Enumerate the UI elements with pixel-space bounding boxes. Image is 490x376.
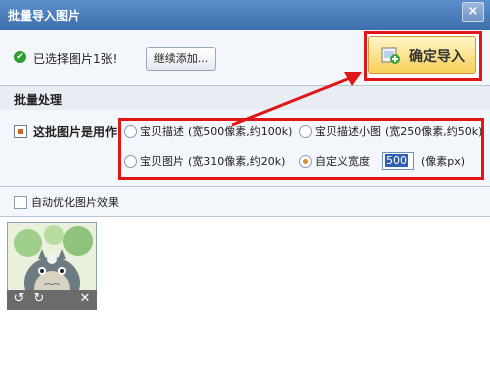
annotation-arrow xyxy=(231,72,362,127)
